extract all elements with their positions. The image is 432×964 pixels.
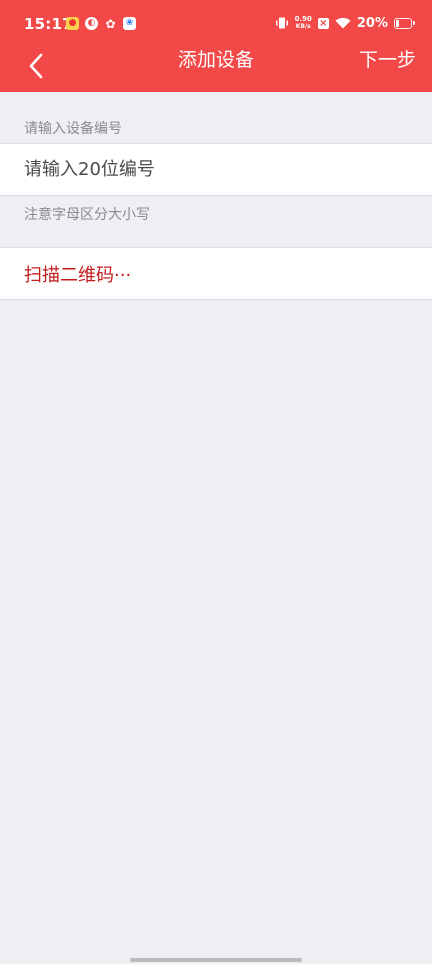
- net-speed-unit: KB/s: [295, 23, 311, 30]
- app-notification-icon: ●: [66, 17, 79, 30]
- net-speed: 0.90 KB/s: [294, 15, 312, 31]
- no-sim-icon: ×: [317, 17, 329, 29]
- status-bar: 15:17 ● ◐ ✿ ❀ 0.90 KB/s × 20%: [0, 0, 432, 44]
- home-indicator[interactable]: [130, 958, 302, 962]
- next-step-button[interactable]: 下一步: [359, 46, 416, 74]
- status-right: 0.90 KB/s × 20%: [275, 14, 415, 32]
- battery-percent: 20%: [356, 15, 388, 31]
- app-screen: 15:17 ● ◐ ✿ ❀ 0.90 KB/s × 20% 添加设备 下一步 请…: [0, 0, 432, 964]
- device-number-row: [0, 143, 432, 196]
- device-number-input[interactable]: [24, 144, 414, 195]
- notification-icons: ● ◐ ✿ ❀: [66, 17, 136, 30]
- battery-fill: [396, 19, 400, 27]
- nav-bar: 添加设备 下一步: [0, 44, 432, 92]
- device-number-label: 请输入设备编号: [24, 121, 122, 137]
- case-sensitive-hint: 注意字母区分大小写: [24, 207, 150, 223]
- scan-qr-button[interactable]: 扫描二维码···: [0, 247, 432, 300]
- vibrate-icon: [275, 17, 288, 29]
- scan-qr-label: 扫描二维码···: [24, 265, 132, 286]
- wifi-icon: [335, 17, 351, 29]
- battery-icon: [394, 17, 415, 29]
- net-speed-value: 0.90: [294, 15, 312, 23]
- app-notification-icon: ✿: [105, 16, 116, 31]
- app-notification-icon: ◐: [85, 17, 98, 30]
- app-notification-icon: ❀: [123, 17, 136, 30]
- header: 15:17 ● ◐ ✿ ❀ 0.90 KB/s × 20% 添加设备 下一步: [0, 0, 432, 92]
